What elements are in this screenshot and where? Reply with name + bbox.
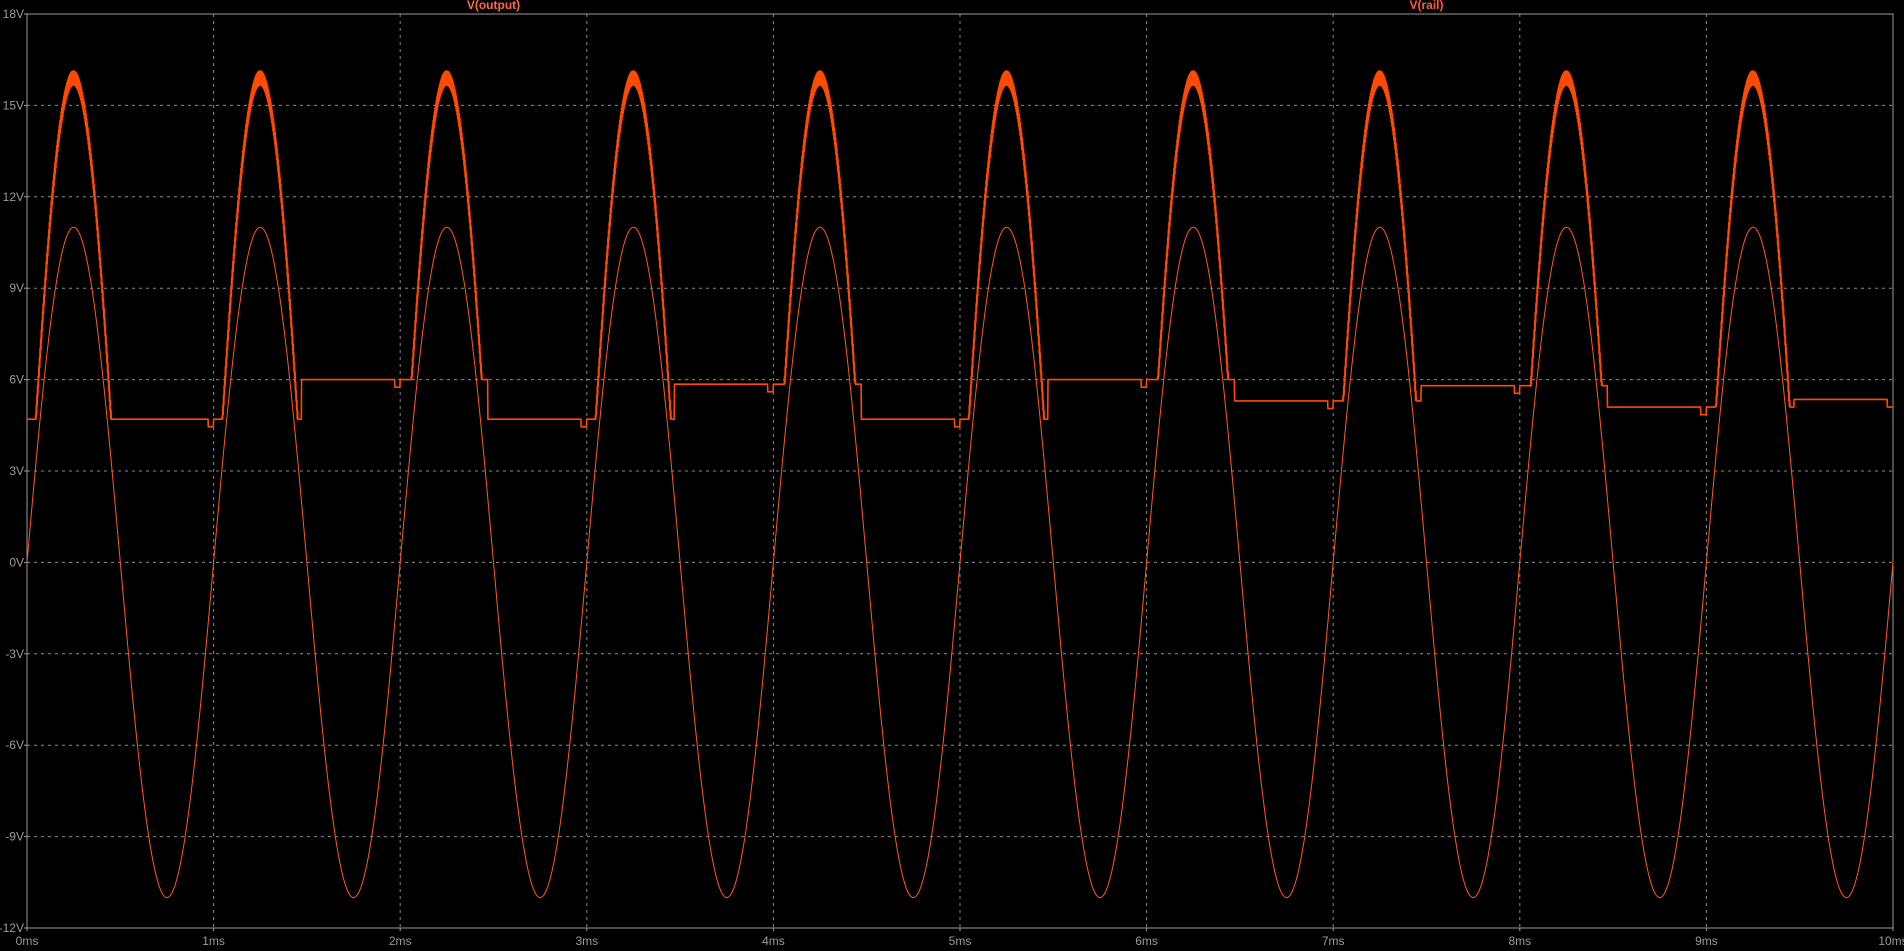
y-tick-label: -6V: [5, 738, 24, 752]
y-tick-label: 0V: [9, 555, 24, 569]
y-tick-label: -3V: [5, 647, 24, 661]
x-tick-label: 6ms: [1135, 934, 1158, 946]
y-tick-label: -9V: [5, 830, 24, 844]
trace-label-rail[interactable]: V(rail): [1409, 0, 1443, 12]
x-tick-label: 10ms: [1878, 934, 1904, 946]
y-tick-label: 3V: [9, 464, 24, 478]
x-tick-label: 7ms: [1322, 934, 1345, 946]
x-tick-label: 8ms: [1508, 934, 1531, 946]
trace-label-output[interactable]: V(output): [467, 0, 520, 12]
y-tick-label: 15V: [3, 98, 24, 112]
x-tick-label: 3ms: [575, 934, 598, 946]
x-tick-label: 2ms: [389, 934, 412, 946]
waveform-plot: 18V 15V 12V 9V 6V 3V 0V -3V -6V -9V -12V 0ms 1ms 2ms…: [0, 0, 1904, 948]
y-tick-label: 9V: [9, 281, 24, 295]
y-tick-label: -12V: [0, 921, 24, 935]
x-tick-label: 9ms: [1695, 934, 1718, 946]
y-tick-label: 18V: [3, 7, 24, 21]
x-tick-label: 0ms: [16, 934, 39, 946]
y-tick-label: 12V: [3, 190, 24, 204]
x-tick-label: 4ms: [762, 934, 785, 946]
waveform-chart: 18V 15V 12V 9V 6V 3V 0V -3V -6V -9V -12V 0ms 1ms 2ms…: [0, 0, 1904, 948]
y-tick-label: 6V: [9, 373, 24, 387]
plot-background: [0, 0, 1904, 946]
x-tick-label: 1ms: [202, 934, 225, 946]
x-tick-label: 5ms: [949, 934, 972, 946]
